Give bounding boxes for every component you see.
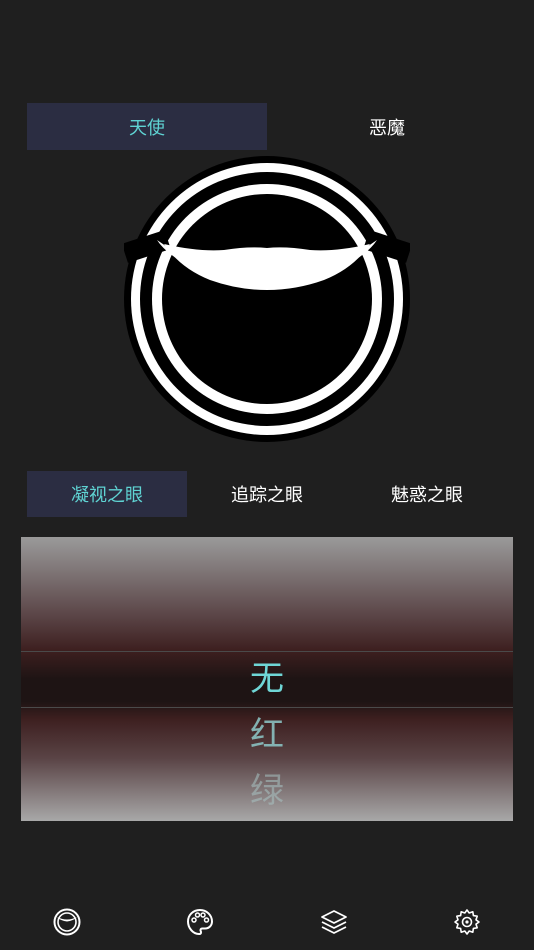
picker-option-red[interactable]: 红 [21,707,513,763]
nav-settings[interactable] [401,893,534,950]
mode-tabs: 天使 恶魔 [27,103,507,150]
tab-charm-eye[interactable]: 魅惑之眼 [347,471,507,517]
nav-eye[interactable] [0,893,134,950]
tab-devil[interactable]: 恶魔 [267,103,507,150]
eye-emblem-preview [121,156,413,442]
eye-type-tabs: 凝视之眼 追踪之眼 魅惑之眼 [27,471,507,517]
eye-emblem-icon [53,908,81,936]
gear-icon [453,908,481,936]
nav-layers[interactable] [267,893,401,950]
tab-tracking-eye[interactable]: 追踪之眼 [187,471,347,517]
layers-icon [320,908,348,936]
nav-palette[interactable] [134,893,268,950]
color-picker-wheel[interactable]: 无 红 绿 [21,537,513,821]
palette-icon [186,908,214,936]
picker-option-green[interactable]: 绿 [21,763,513,819]
tab-gaze-eye[interactable]: 凝视之眼 [27,471,187,517]
tab-angel[interactable]: 天使 [27,103,267,150]
bottom-nav [0,893,534,950]
picker-option-none[interactable]: 无 [21,651,513,707]
